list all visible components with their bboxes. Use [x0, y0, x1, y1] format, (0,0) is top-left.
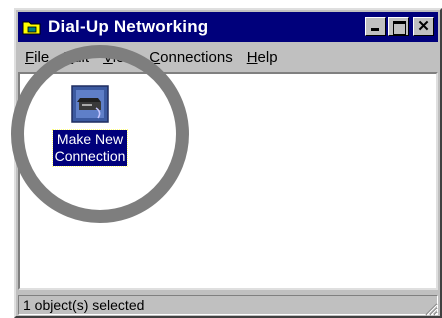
menu-connections[interactable]: Connections [142, 49, 239, 66]
menu-file[interactable]: File [18, 49, 56, 66]
make-new-connection-label: Make New Connection [51, 129, 129, 167]
window-title: Dial-Up Networking [48, 17, 209, 36]
folder-phone-icon [22, 19, 42, 35]
status-text: 1 object(s) selected [18, 295, 438, 315]
status-bar: 1 object(s) selected [18, 294, 438, 316]
make-new-connection-icon [70, 84, 110, 124]
folder-content-area[interactable]: Make New Connection [18, 72, 438, 290]
menu-edit[interactable]: Edit [56, 49, 96, 66]
menu-view[interactable]: View [96, 49, 142, 66]
menu-help[interactable]: Help [240, 49, 285, 66]
close-button[interactable]: ✕ [413, 17, 434, 36]
dialup-networking-window: Dial-Up Networking ✕ File Edit View Conn… [14, 8, 442, 318]
window-controls: ✕ [363, 17, 434, 36]
make-new-connection-item[interactable]: Make New Connection [42, 84, 138, 167]
title-bar[interactable]: Dial-Up Networking ✕ [18, 12, 438, 42]
maximize-button[interactable] [388, 17, 409, 36]
minimize-button[interactable] [365, 17, 386, 36]
close-icon: ✕ [417, 18, 430, 35]
menu-bar: File Edit View Connections Help [18, 44, 438, 70]
resize-grip-icon[interactable] [422, 300, 438, 316]
